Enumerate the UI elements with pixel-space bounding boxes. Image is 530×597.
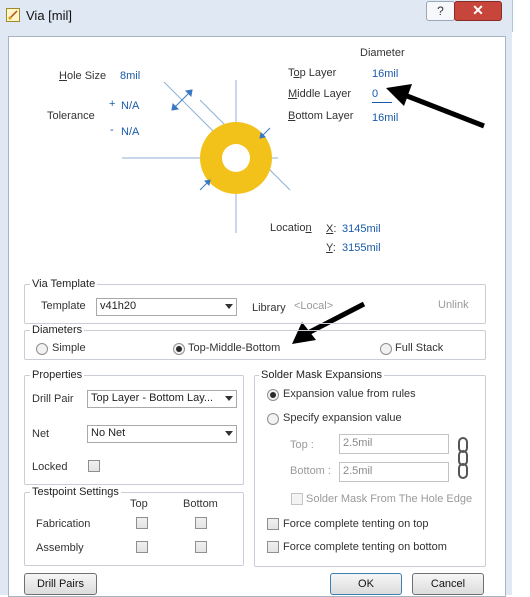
drill-pair-select[interactable]: Top Layer - Bottom Lay... — [87, 390, 237, 408]
radio-top-middle-bottom[interactable] — [173, 343, 185, 355]
radio-simple-label[interactable]: Simple — [52, 342, 86, 354]
tolerance-plus-sign: + — [109, 98, 116, 110]
close-button[interactable]: ✕ — [454, 1, 502, 21]
testpoint-title: Testpoint Settings — [30, 486, 121, 498]
top-layer-label: Top Layer — [288, 67, 337, 79]
drill-pair-select-value: Top Layer - Bottom Lay... — [91, 392, 214, 404]
net-select[interactable]: No Net — [87, 425, 237, 443]
y-value[interactable]: 3155mil — [342, 242, 381, 254]
fabrication-bottom-checkbox[interactable] — [195, 517, 207, 529]
mask-top-input[interactable]: 2.5mil — [339, 434, 449, 454]
library-label: Library — [252, 302, 286, 314]
net-label: Net — [32, 428, 50, 440]
annotation-arrow-icon — [386, 84, 485, 129]
template-select-value: v41h20 — [100, 300, 137, 312]
y-label: Y: — [326, 242, 336, 254]
mask-top-label: Top : — [290, 439, 314, 451]
radio-simple[interactable] — [36, 343, 48, 355]
properties-title: Properties — [30, 369, 85, 381]
radio-specify-expansion-label[interactable]: Specify expansion value — [283, 412, 402, 424]
radio-top-middle-bottom-label[interactable]: Top-Middle-Bottom — [188, 342, 280, 354]
drill-pairs-button[interactable]: Drill Pairs — [24, 573, 97, 595]
diameter-heading: Diameter — [360, 47, 405, 59]
chain-link-icon[interactable] — [456, 437, 470, 479]
middle-layer-label: Middle Layer — [288, 88, 351, 100]
solder-mask-title: Solder Mask Expansions — [259, 369, 385, 381]
x-label: X: — [326, 223, 337, 235]
tolerance-plus-value[interactable]: N/A — [121, 100, 139, 112]
fabrication-top-checkbox[interactable] — [136, 517, 148, 529]
mask-bottom-label: Bottom : — [290, 465, 331, 477]
testpoint-row-fabrication: Fabrication — [36, 518, 91, 530]
radio-expansion-rules-label[interactable]: Expansion value from rules — [283, 388, 416, 400]
testpoint-col-top: Top — [130, 498, 148, 510]
ok-button[interactable]: OK — [330, 573, 402, 595]
net-select-value: No Net — [91, 427, 126, 439]
help-button[interactable]: ? — [426, 1, 455, 21]
tolerance-label: Tolerance — [47, 110, 95, 122]
radio-expansion-rules[interactable] — [267, 389, 279, 401]
tent-bottom-checkbox[interactable] — [267, 541, 279, 553]
locked-label: Locked — [32, 461, 68, 473]
hole-size-label: Hole Size — [59, 70, 107, 82]
radio-specify-expansion[interactable] — [267, 413, 279, 425]
chevron-down-icon — [225, 431, 233, 436]
x-value[interactable]: 3145mil — [342, 223, 381, 235]
template-label: Template — [41, 300, 86, 312]
window-title: Via [mil] — [26, 8, 72, 23]
assembly-bottom-checkbox[interactable] — [195, 541, 207, 553]
mask-from-hole-edge-checkbox[interactable] — [291, 493, 303, 505]
bottom-layer-label: Bottom Layer — [288, 110, 354, 122]
radio-full-stack-label[interactable]: Full Stack — [395, 342, 443, 354]
location-label: Location — [270, 222, 312, 234]
tent-top-label: Force complete tenting on top — [283, 518, 429, 530]
assembly-top-checkbox[interactable] — [136, 541, 148, 553]
tolerance-minus-sign: - — [110, 124, 114, 136]
testpoint-row-assembly: Assembly — [36, 542, 84, 554]
diameters-title: Diameters — [30, 324, 85, 336]
library-value: <Local> — [294, 300, 334, 312]
via-app-icon — [6, 8, 20, 22]
tent-bottom-label: Force complete tenting on bottom — [283, 541, 447, 553]
chevron-down-icon — [225, 396, 233, 401]
radio-full-stack[interactable] — [380, 343, 392, 355]
hole-size-value[interactable]: 8mil — [120, 70, 140, 82]
chevron-down-icon — [225, 304, 233, 309]
mask-from-hole-edge-label: Solder Mask From The Hole Edge — [306, 493, 473, 505]
tent-top-checkbox[interactable] — [267, 518, 279, 530]
unlink-button[interactable]: Unlink — [438, 299, 469, 311]
via-template-title: Via Template — [30, 278, 98, 290]
mask-bottom-input[interactable]: 2.5mil — [339, 462, 449, 482]
drill-pair-label: Drill Pair — [32, 393, 74, 405]
testpoint-col-bottom: Bottom — [183, 498, 218, 510]
top-layer-value[interactable]: 16mil — [372, 68, 398, 80]
cancel-button[interactable]: Cancel — [412, 573, 484, 595]
tolerance-minus-value[interactable]: N/A — [121, 126, 139, 138]
locked-checkbox[interactable] — [88, 460, 100, 472]
template-select[interactable]: v41h20 — [96, 298, 237, 316]
